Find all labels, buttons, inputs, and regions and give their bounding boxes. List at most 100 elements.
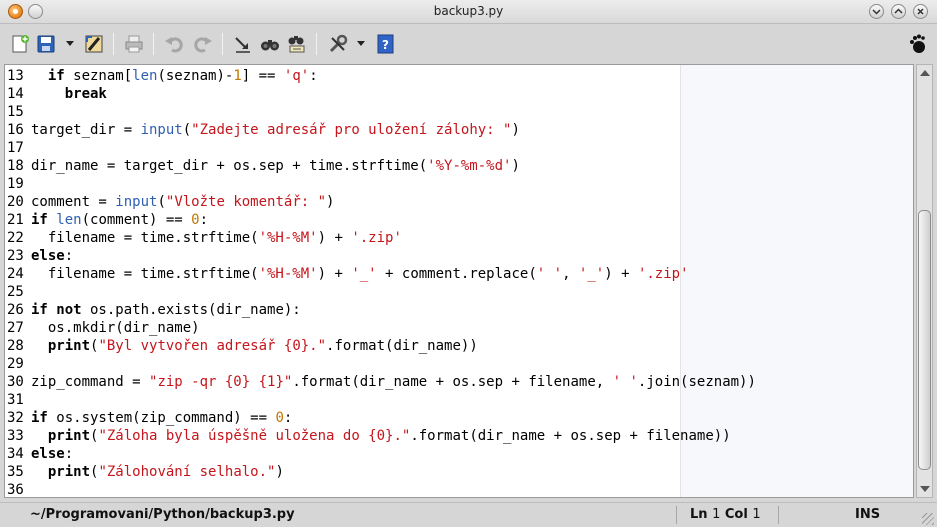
code-token: ) + — [317, 230, 352, 246]
line-number: 27 — [7, 320, 24, 336]
new-file-button[interactable] — [10, 34, 30, 54]
line-number: 23 — [7, 248, 24, 264]
jump-to-line-button[interactable] — [233, 34, 253, 54]
undo-icon — [165, 37, 183, 53]
line-number: 30 — [7, 374, 24, 390]
save-button[interactable] — [36, 34, 56, 54]
code-token: filename = time.strftime( — [31, 230, 259, 246]
code-line[interactable]: 32 if os.system(zip_command) == 0: — [7, 409, 756, 427]
code-line[interactable]: 15 — [7, 103, 756, 121]
code-token: 1 — [233, 68, 242, 84]
code-token: '%Y-%m-%d' — [427, 158, 512, 174]
undo-button[interactable] — [164, 34, 184, 54]
save-dropdown-arrow[interactable] — [66, 41, 74, 46]
code-line[interactable]: 18 dir_name = target_dir + os.sep + time.… — [7, 157, 756, 175]
line-number: 22 — [7, 230, 24, 246]
toolbar-separator — [153, 33, 154, 55]
code-token: else — [31, 446, 65, 462]
code-line[interactable]: 26 if not os.path.exists(dir_name): — [7, 301, 756, 319]
vertical-scrollbar[interactable] — [916, 64, 933, 498]
tools-dropdown-arrow[interactable] — [357, 41, 365, 46]
code-token: seznam[ — [64, 68, 133, 84]
code-line[interactable]: 17 — [7, 139, 756, 157]
code-line[interactable]: 33 print("Záloha byla úspěšně uložena do… — [7, 427, 756, 445]
code-token: len — [132, 68, 158, 84]
code-line[interactable]: 35 print("Zálohování selhalo.") — [7, 463, 756, 481]
line-number: 28 — [7, 338, 24, 354]
shade-button[interactable] — [869, 4, 884, 19]
code-line[interactable]: 25 — [7, 283, 756, 301]
code-token: "Zálohování selhalo." — [98, 464, 276, 480]
replace-button[interactable] — [287, 34, 307, 54]
help-button[interactable]: ? — [376, 34, 396, 54]
line-text: filename = time.strftime('%H-%M') + '.zi… — [31, 229, 402, 247]
line-text: os.mkdir(dir_name) — [31, 319, 200, 337]
help-icon: ? — [377, 34, 394, 54]
find-button[interactable] — [260, 34, 280, 54]
line-text: filename = time.strftime('%H-%M') + '_' … — [31, 265, 689, 283]
code-line[interactable]: 16 target_dir = input("Zadejte adresář pr… — [7, 121, 756, 139]
line-number: 24 — [7, 266, 24, 282]
close-button[interactable] — [913, 4, 928, 19]
code-token: ' ' — [612, 374, 638, 390]
code-line[interactable]: 21 if len(comment) == 0: — [7, 211, 756, 229]
print-button[interactable] — [124, 34, 144, 54]
code-token: , — [562, 266, 579, 282]
code-token: zip_command = — [31, 374, 150, 390]
code-line[interactable]: 30 zip_command = "zip -qr {0} {1}".format… — [7, 373, 756, 391]
column-number: 1 — [752, 507, 761, 522]
code-line[interactable]: 13 if seznam[len(seznam)-1] == 'q': — [7, 67, 756, 85]
status-separator — [778, 506, 779, 524]
code-token: ) — [326, 194, 335, 210]
code-line[interactable]: 34 else: — [7, 445, 756, 463]
code-token: : — [64, 446, 74, 462]
code-token: "Záloha byla úspěšně uložena do {0}." — [98, 428, 411, 444]
code-line[interactable]: 31 — [7, 391, 756, 409]
code-line[interactable]: 20 comment = input("Vložte komentář: ") — [7, 193, 756, 211]
resize-grip[interactable] — [922, 513, 934, 525]
line-number: 31 — [7, 392, 24, 408]
code-token: len — [56, 212, 82, 228]
code-line[interactable]: 36 — [7, 481, 756, 497]
line-text: break — [31, 85, 107, 103]
code-token: ) — [511, 158, 520, 174]
code-token: .format(dir_name)) — [326, 338, 478, 354]
line-number: 17 — [7, 140, 24, 156]
edit-properties-button[interactable] — [84, 34, 104, 54]
scroll-down-arrow[interactable] — [920, 486, 930, 492]
wrench-screwdriver-icon — [329, 34, 348, 53]
redo-icon — [194, 37, 212, 53]
code-line[interactable]: 19 — [7, 175, 756, 193]
code-line[interactable]: 14 break — [7, 85, 756, 103]
code-editor[interactable]: 13 if seznam[len(seznam)-1] == 'q': 14 br… — [4, 64, 914, 498]
line-number: 33 — [7, 428, 24, 444]
title-bar[interactable]: backup3.py — [0, 0, 937, 24]
scrollbar-thumb[interactable] — [918, 210, 931, 470]
code-line[interactable]: 24 filename = time.strftime('%H-%M') + '… — [7, 265, 756, 283]
code-line[interactable]: 23 else: — [7, 247, 756, 265]
code-line[interactable]: 28 print("Byl vytvořen adresář {0}.".for… — [7, 337, 756, 355]
tools-button[interactable] — [328, 34, 348, 54]
code-line[interactable]: 29 — [7, 355, 756, 373]
code-token: '%H-%M' — [258, 230, 318, 246]
code-token: if not — [31, 302, 82, 318]
toolbar-separator — [113, 33, 114, 55]
scroll-up-arrow[interactable] — [920, 70, 930, 76]
toolbar-separator — [222, 33, 223, 55]
floppy-icon — [37, 35, 55, 53]
code-line[interactable]: 27 os.mkdir(dir_name) — [7, 319, 756, 337]
redo-button[interactable] — [193, 34, 213, 54]
code-lines[interactable]: 13 if seznam[len(seznam)-1] == 'q': 14 br… — [7, 67, 756, 497]
code-line[interactable]: 22 filename = time.strftime('%H-%M') + '… — [7, 229, 756, 247]
code-token: 'q' — [283, 68, 310, 84]
code-token: : — [64, 248, 74, 264]
line-text: if seznam[len(seznam)-1] == 'q': — [31, 67, 318, 85]
line-number: 34 — [7, 446, 24, 462]
maximize-button[interactable] — [891, 4, 906, 19]
code-token: ) — [511, 122, 520, 138]
code-token: (seznam)- — [157, 68, 234, 84]
close-icon — [917, 8, 924, 15]
binoculars-icon — [261, 40, 279, 51]
